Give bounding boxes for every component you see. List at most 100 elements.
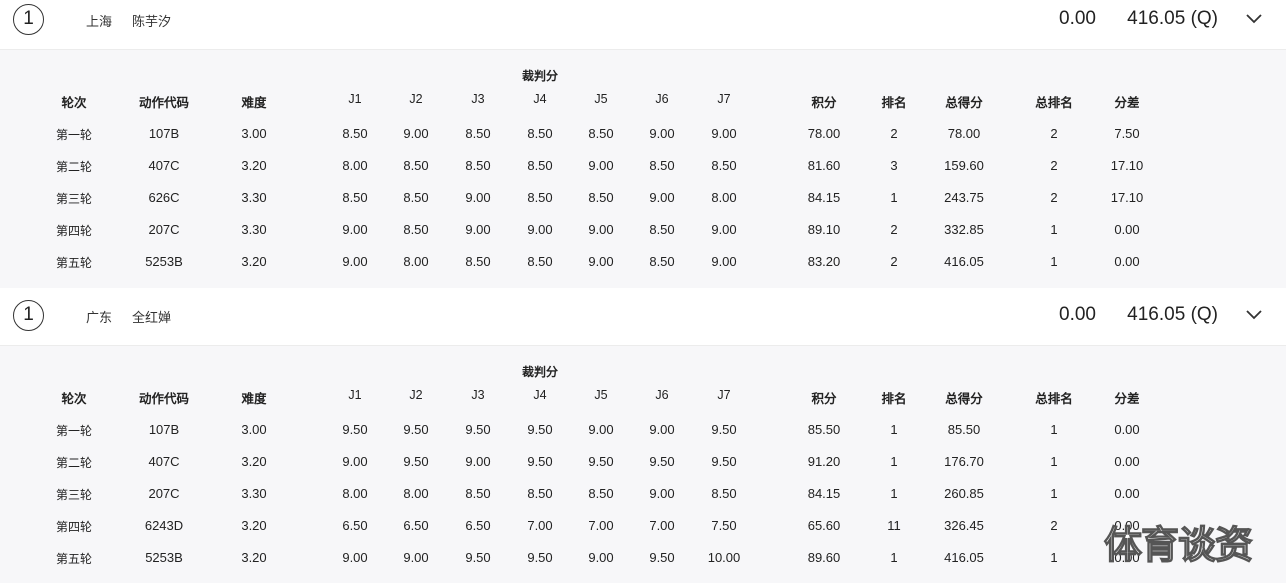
table-cell: 第五轮 xyxy=(55,552,93,566)
table-cell: 1 xyxy=(890,454,898,469)
table-cell: 第三轮 xyxy=(55,488,93,502)
table-cell: 11 xyxy=(887,518,901,533)
column-header: J5 xyxy=(594,92,608,106)
table-cell: 6.50 xyxy=(465,518,491,533)
table-cell: 416.05 xyxy=(944,254,984,269)
column-header: J2 xyxy=(409,92,423,106)
table-row: 第三轮 626C 3.30 8.50 8.50 9.00 8.50 8.50 9.00 8.00 8… xyxy=(0,190,1286,210)
table-cell: 81.60 xyxy=(807,158,841,173)
table-cell: 3.20 xyxy=(241,454,267,469)
table-cell: 9.00 xyxy=(711,222,737,237)
table-row: 第一轮 107B 3.00 8.50 9.00 8.50 8.50 8.50 9.00 9.00 7… xyxy=(0,126,1286,146)
table-cell: 8.50 xyxy=(649,222,675,237)
table-cell: 407C xyxy=(148,158,180,173)
athlete-header[interactable]: 1 广东 全红婵 0.00 416.05 (Q) xyxy=(0,296,1286,346)
table-cell: 2 xyxy=(1050,190,1058,205)
table-cell: 3.30 xyxy=(241,190,267,205)
table-cell: 83.20 xyxy=(807,254,841,269)
table-cell: 1 xyxy=(890,190,898,205)
column-header: J5 xyxy=(594,388,608,402)
table-cell: 89.60 xyxy=(807,550,841,565)
column-header: 总排名 xyxy=(1035,391,1073,406)
table-cell: 9.50 xyxy=(465,550,491,565)
table-cell: 8.50 xyxy=(527,254,553,269)
table-cell: 第一轮 xyxy=(55,424,93,438)
table-cell: 9.00 xyxy=(403,126,429,141)
score-detail-table: 裁判分 轮次 动作代码 难度 J1 J2 J3 J4 J5 J6 J7 积分 排名 总得分 总排名 分差 第一轮… xyxy=(0,346,1286,583)
table-cell: 65.60 xyxy=(807,518,841,533)
table-cell: 0.00 xyxy=(1114,486,1140,501)
table-cell: 10.00 xyxy=(707,550,741,565)
column-header: 总排名 xyxy=(1035,95,1073,110)
column-header: J3 xyxy=(471,388,485,402)
table-cell: 9.00 xyxy=(465,222,491,237)
table-cell: 9.00 xyxy=(527,222,553,237)
column-header: 排名 xyxy=(881,391,907,406)
table-cell: 9.00 xyxy=(342,454,368,469)
table-row: 第五轮 5253B 3.20 9.00 8.00 8.50 8.50 9.00 8.50 9.00… xyxy=(0,254,1286,274)
column-header: 轮次 xyxy=(61,95,87,110)
table-cell: 9.50 xyxy=(527,422,553,437)
chevron-down-icon[interactable] xyxy=(1242,302,1266,326)
table-cell: 176.70 xyxy=(944,454,984,469)
table-cell: 8.00 xyxy=(403,486,429,501)
table-cell: 17.10 xyxy=(1110,190,1144,205)
table-cell: 2 xyxy=(1050,126,1058,141)
table-cell: 8.50 xyxy=(465,126,491,141)
athlete-header[interactable]: 1 上海 陈芋汐 0.00 416.05 (Q) xyxy=(0,0,1286,50)
table-cell: 2 xyxy=(1050,518,1058,533)
column-header: 积分 xyxy=(811,391,837,406)
table-cell: 8.50 xyxy=(649,158,675,173)
table-cell: 第四轮 xyxy=(55,520,93,534)
athlete-name: 全红婵 xyxy=(132,311,172,326)
table-cell: 85.50 xyxy=(807,422,841,437)
table-cell: 9.50 xyxy=(403,454,429,469)
table-cell: 8.50 xyxy=(403,190,429,205)
table-row: 第四轮 207C 3.30 9.00 8.50 9.00 9.00 9.00 8.50 9.00 8… xyxy=(0,222,1286,242)
table-cell: 8.50 xyxy=(465,158,491,173)
table-cell: 9.00 xyxy=(465,454,491,469)
table-cell: 9.00 xyxy=(588,158,614,173)
table-cell: 332.85 xyxy=(944,222,984,237)
table-cell: 0.00 xyxy=(1114,222,1140,237)
table-cell: 7.00 xyxy=(527,518,553,533)
table-cell: 5253B xyxy=(145,254,183,269)
score-diff: 0.00 xyxy=(1059,304,1096,325)
table-cell: 8.00 xyxy=(403,254,429,269)
table-cell: 9.50 xyxy=(527,454,553,469)
province-label: 广东 xyxy=(86,311,113,326)
table-cell: 107B xyxy=(148,126,180,141)
table-cell: 8.50 xyxy=(527,486,553,501)
table-cell: 407C xyxy=(148,454,180,469)
table-row: 第一轮 107B 3.00 9.50 9.50 9.50 9.50 9.00 9.00 9.50 8… xyxy=(0,422,1286,442)
chevron-down-icon[interactable] xyxy=(1242,6,1266,30)
table-cell: 9.00 xyxy=(342,222,368,237)
column-header: 分差 xyxy=(1114,391,1140,406)
table-cell: 8.00 xyxy=(342,158,368,173)
rank-badge: 1 xyxy=(13,300,44,331)
table-cell: 6.50 xyxy=(403,518,429,533)
column-header: 难度 xyxy=(241,391,267,406)
table-cell: 2 xyxy=(890,222,898,237)
table-cell: 6.50 xyxy=(342,518,368,533)
table-cell: 7.00 xyxy=(588,518,614,533)
table-row: 第五轮 5253B 3.20 9.00 9.00 9.50 9.50 9.00 9.50 10.0… xyxy=(0,550,1286,570)
table-cell: 8.50 xyxy=(527,126,553,141)
table-cell: 9.50 xyxy=(342,422,368,437)
column-header: J7 xyxy=(717,92,731,106)
table-cell: 9.50 xyxy=(527,550,553,565)
table-cell: 2 xyxy=(1050,158,1058,173)
table-cell: 207C xyxy=(148,222,180,237)
athlete-name: 陈芋汐 xyxy=(132,15,172,30)
column-header: J7 xyxy=(717,388,731,402)
column-header: 动作代码 xyxy=(138,95,190,110)
table-row: 第四轮 6243D 3.20 6.50 6.50 6.50 7.00 7.00 7.00 7.50… xyxy=(0,518,1286,538)
table-cell: 9.50 xyxy=(711,422,737,437)
score-detail-table: 裁判分 轮次 动作代码 难度 J1 J2 J3 J4 J5 J6 J7 积分 排名 总得分 总排名 分差 第一轮… xyxy=(0,50,1286,288)
table-cell: 78.00 xyxy=(807,126,841,141)
column-header: J6 xyxy=(655,388,669,402)
judges-group-label: 裁判分 xyxy=(521,69,558,83)
table-cell: 3.20 xyxy=(241,550,267,565)
table-cell: 第二轮 xyxy=(55,160,93,174)
column-header: J2 xyxy=(409,388,423,402)
